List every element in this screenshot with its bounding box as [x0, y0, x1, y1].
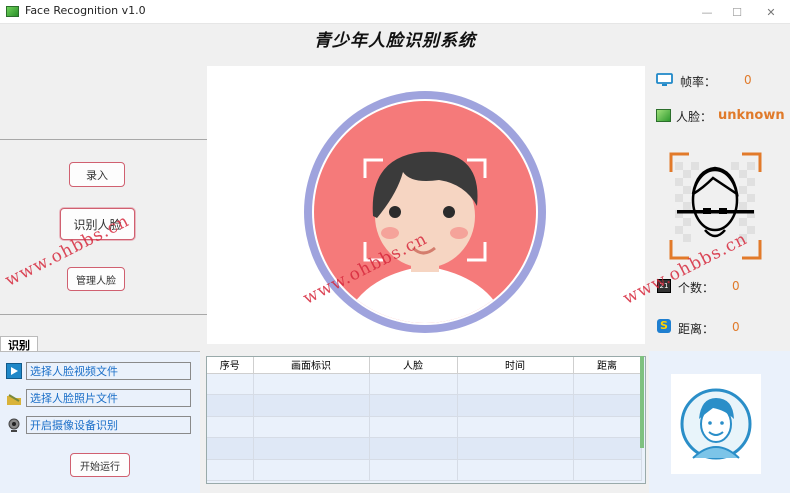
- left-divider-bottom: [0, 314, 207, 315]
- count-label: 个数：: [678, 281, 715, 295]
- video-display: [207, 66, 645, 344]
- page-title: 青少年人脸识别系统: [314, 31, 476, 51]
- manage-faces-button[interactable]: 管理人脸: [67, 267, 125, 291]
- face-label: 人脸：: [676, 110, 713, 124]
- distance-icon: S: [657, 319, 671, 333]
- minimize-button[interactable]: —: [692, 0, 722, 24]
- column-header[interactable]: 距离: [573, 357, 642, 374]
- column-header[interactable]: 画面标识: [253, 357, 370, 374]
- webcam-icon: [6, 417, 22, 433]
- fps-label: 帧率：: [680, 75, 717, 89]
- column-header[interactable]: 序号: [207, 357, 254, 374]
- table-scrollbar[interactable]: [640, 356, 644, 448]
- select-video-file[interactable]: 选择人脸视频文件: [26, 362, 191, 380]
- enroll-button[interactable]: 录入: [69, 162, 125, 187]
- window-title: Face Recognition v1.0: [25, 4, 146, 17]
- tab-recognize[interactable]: 识别: [0, 336, 38, 352]
- avatar: [671, 374, 761, 474]
- maximize-button[interactable]: ☐: [722, 0, 752, 24]
- close-button[interactable]: ✕: [756, 0, 786, 24]
- left-divider-top: [0, 139, 207, 140]
- table-row[interactable]: [207, 373, 642, 395]
- distance-value: 0: [732, 320, 740, 334]
- start-run-button[interactable]: 开始运行: [70, 453, 130, 477]
- folder-icon: [6, 392, 22, 406]
- table-row[interactable]: [207, 437, 642, 460]
- fps-value: 0: [744, 73, 752, 87]
- results-table: 序号 画面标识 人脸 时间 距离: [206, 356, 646, 484]
- column-header[interactable]: 人脸: [369, 357, 458, 374]
- monitor-icon: [656, 73, 673, 87]
- video-file-icon: [6, 363, 22, 379]
- app-icon: [6, 6, 19, 17]
- table-row[interactable]: [207, 394, 642, 417]
- select-photo-file[interactable]: 选择人脸照片文件: [26, 389, 191, 407]
- face-image-icon: [656, 109, 671, 122]
- column-header[interactable]: 时间: [457, 357, 574, 374]
- open-camera[interactable]: 开启摄像设备识别: [26, 416, 191, 434]
- distance-label: 距离：: [678, 322, 715, 336]
- face-scan-illustration: [304, 91, 546, 333]
- table-row[interactable]: [207, 459, 642, 481]
- face-value: unknown: [718, 108, 785, 123]
- count-value: 0: [732, 279, 740, 293]
- title-bar: Face Recognition v1.0 — ☐ ✕: [0, 0, 790, 24]
- table-row[interactable]: [207, 416, 642, 438]
